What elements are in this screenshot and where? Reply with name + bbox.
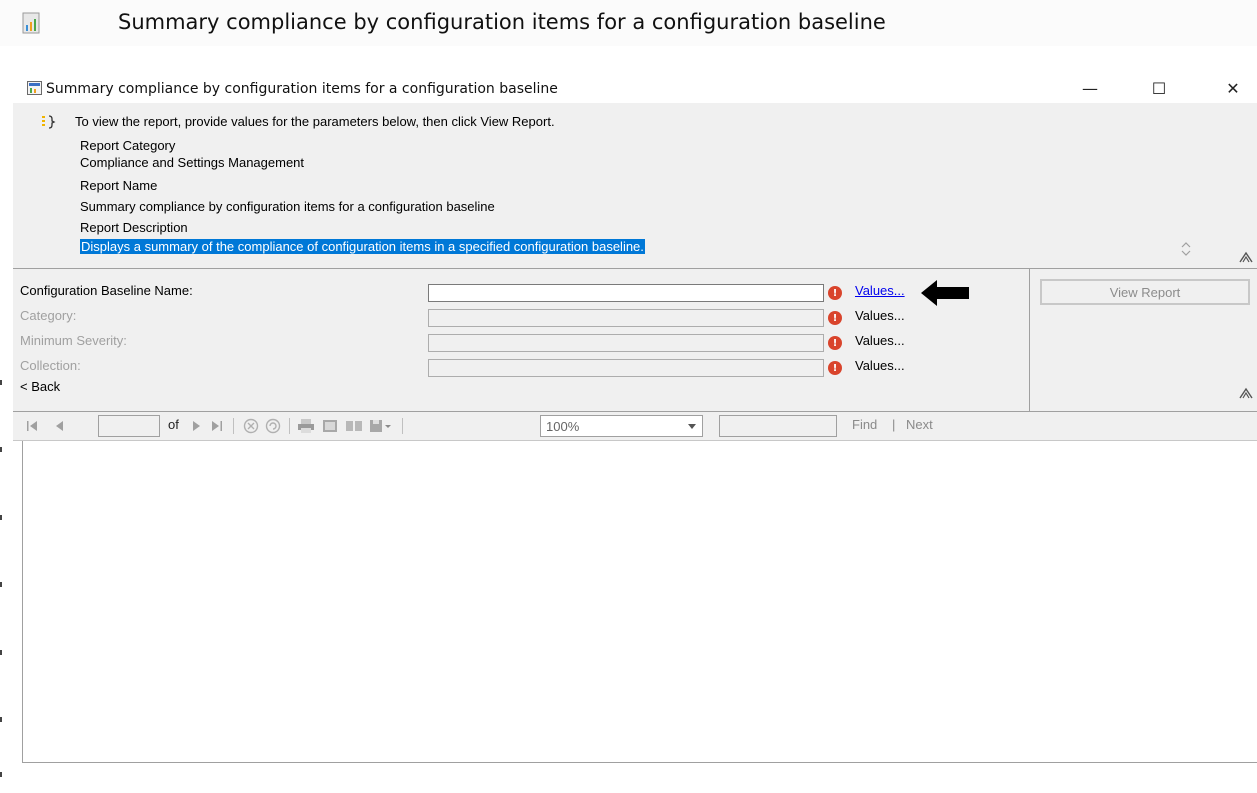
toolbar-separator xyxy=(233,418,234,434)
category-values-link: Values... xyxy=(855,308,905,323)
print-icon[interactable] xyxy=(297,418,315,434)
maximize-button[interactable]: ☐ xyxy=(1136,73,1182,103)
report-description-value[interactable]: Displays a summary of the compliance of … xyxy=(80,239,645,254)
print-layout-icon[interactable] xyxy=(321,418,339,434)
info-icon xyxy=(42,115,56,129)
outer-window-title: Summary compliance by configuration item… xyxy=(118,10,886,34)
warning-icon: ! xyxy=(828,336,842,350)
page-number-input[interactable] xyxy=(98,415,160,437)
find-next-button[interactable]: Next xyxy=(906,417,933,432)
minimum-severity-input xyxy=(428,334,824,352)
config-baseline-name-label: Configuration Baseline Name: xyxy=(20,283,193,298)
report-toolbar: of 100% Find | Next xyxy=(13,412,1257,441)
category-label: Category: xyxy=(20,308,77,323)
window-edge-mark xyxy=(0,650,2,655)
category-input xyxy=(428,309,824,327)
last-page-icon[interactable] xyxy=(211,420,223,432)
minimum-severity-label: Minimum Severity: xyxy=(20,333,127,348)
window-edge-mark xyxy=(0,380,2,385)
find-input[interactable] xyxy=(719,415,837,437)
collection-label: Collection: xyxy=(20,358,81,373)
minimize-button[interactable]: — xyxy=(1067,73,1113,103)
first-page-icon[interactable] xyxy=(26,420,38,432)
toolbar-separator xyxy=(402,418,403,434)
zoom-select[interactable]: 100% xyxy=(540,415,703,437)
minimum-severity-values-link: Values... xyxy=(855,333,905,348)
report-dialog: Summary compliance by configuration item… xyxy=(13,73,1257,793)
stop-icon[interactable] xyxy=(243,418,259,434)
report-app-icon xyxy=(22,12,40,34)
params-divider xyxy=(1029,269,1030,411)
page-setup-icon[interactable] xyxy=(345,418,363,434)
report-category-value: Compliance and Settings Management xyxy=(80,155,305,170)
find-button[interactable]: Find xyxy=(852,417,877,432)
window-edge-mark xyxy=(0,582,2,587)
export-dropdown-icon[interactable] xyxy=(369,418,393,434)
report-viewer-area[interactable] xyxy=(22,441,1257,763)
collapse-pane-icon[interactable] xyxy=(1239,387,1253,399)
zoom-value: 100% xyxy=(546,419,580,434)
refresh-icon[interactable] xyxy=(265,418,281,434)
chevron-down-icon xyxy=(688,424,696,429)
dialog-title: Summary compliance by configuration item… xyxy=(46,81,558,97)
collapse-pane-icon[interactable] xyxy=(1239,251,1253,263)
toolbar-separator xyxy=(289,418,290,434)
report-description-label: Report Description xyxy=(80,220,188,235)
config-baseline-name-input[interactable] xyxy=(428,284,824,302)
report-info-panel: To view the report, provide values for t… xyxy=(13,103,1257,269)
report-category-label: Report Category xyxy=(80,138,176,153)
window-edge-mark xyxy=(0,772,2,777)
view-report-button[interactable]: View Report xyxy=(1040,279,1250,305)
window-edge-mark xyxy=(0,515,2,520)
collection-values-link: Values... xyxy=(855,358,905,373)
report-window-icon xyxy=(27,81,42,95)
report-name-value: Summary compliance by configuration item… xyxy=(80,199,495,214)
outer-title-bar: Summary compliance by configuration item… xyxy=(0,0,1257,46)
page-of-label: of xyxy=(168,417,179,432)
collection-input xyxy=(428,359,824,377)
parameters-panel: Configuration Baseline Name: ! Values...… xyxy=(13,269,1257,412)
warning-icon: ! xyxy=(828,286,842,300)
window-edge-mark xyxy=(0,447,2,452)
toolbar-separator-text: | xyxy=(892,417,896,432)
back-link[interactable]: < Back xyxy=(20,379,60,394)
config-baseline-values-link[interactable]: Values... xyxy=(855,283,905,298)
scroll-spinner-icon[interactable] xyxy=(1180,239,1192,259)
warning-icon: ! xyxy=(828,361,842,375)
previous-page-icon[interactable] xyxy=(53,420,65,432)
next-page-icon[interactable] xyxy=(191,420,203,432)
window-edge-mark xyxy=(0,717,2,722)
dialog-title-bar: Summary compliance by configuration item… xyxy=(13,73,1257,103)
report-name-label: Report Name xyxy=(80,178,158,193)
close-button[interactable]: ✕ xyxy=(1210,73,1256,103)
arrow-pointer-icon xyxy=(921,280,969,306)
warning-icon: ! xyxy=(828,311,842,325)
intro-text: To view the report, provide values for t… xyxy=(75,114,555,129)
